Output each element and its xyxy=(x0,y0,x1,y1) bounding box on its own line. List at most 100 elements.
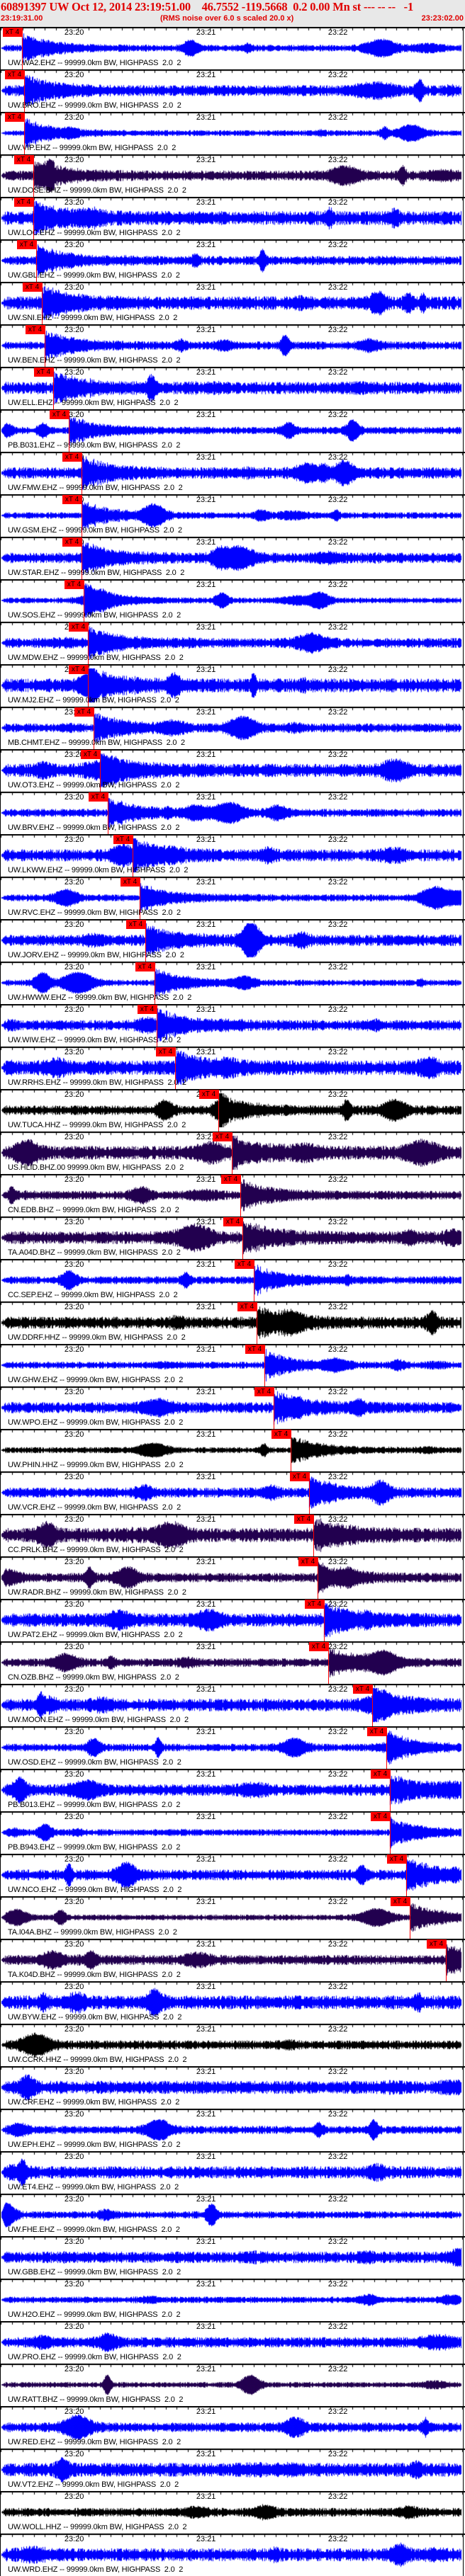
time-tick-label: 23:22 xyxy=(327,1558,348,1566)
pick-marker[interactable]: xT 4 xyxy=(34,367,53,377)
station-label: UW.WRD.EHZ -- 99999.0km BW, HIGHPASS 2.0… xyxy=(8,2565,184,2574)
time-tick-label: 23:21 xyxy=(196,793,216,802)
time-tick-label: 23:22 xyxy=(327,2323,348,2331)
pick-marker[interactable]: xT 4 xyxy=(235,1260,254,1269)
pick-marker[interactable]: xT 4 xyxy=(121,877,140,887)
pick-line xyxy=(386,1727,387,1769)
time-tick-label: 23:22 xyxy=(327,793,348,802)
pick-marker[interactable]: xT 4 xyxy=(69,622,88,632)
pick-marker[interactable]: xT 4 xyxy=(126,920,145,929)
time-tick-label: 23:21 xyxy=(196,453,216,462)
station-label: UW.MDW.EHZ -- 99999.0km BW, HIGHPASS 2.0… xyxy=(8,654,184,662)
pick-marker[interactable]: xT 4 xyxy=(367,1727,386,1736)
time-tick-label: 23:21 xyxy=(196,963,216,971)
time-tick-label: 23:22 xyxy=(327,2238,348,2246)
time-tick-label: 23:20 xyxy=(64,1175,84,1184)
pick-marker[interactable]: xT 4 xyxy=(89,792,108,802)
pick-marker[interactable]: xT 4 xyxy=(65,580,84,589)
time-tick-label: 23:22 xyxy=(327,496,348,504)
pick-line xyxy=(264,1345,265,1387)
pick-marker[interactable]: xT 4 xyxy=(294,1515,313,1524)
pick-marker[interactable]: xT 4 xyxy=(298,1557,318,1566)
time-tick-label: 23:22 xyxy=(327,28,348,37)
time-tick-label: 23:20 xyxy=(64,1388,84,1396)
trace-0: 23:20 23:21 23:22 UW.WA2.EHZ -- 99999.0km B… xyxy=(0,27,465,70)
time-tick-label: 23:20 xyxy=(64,2280,84,2289)
time-tick-label: 23:20 xyxy=(64,793,84,802)
pick-marker[interactable]: xT 4 xyxy=(23,283,42,292)
pick-marker[interactable]: xT 4 xyxy=(221,1175,240,1184)
station-label: UW.PAT2.EHZ -- 99999.0km BW, HIGHPASS 2.… xyxy=(8,1631,183,1639)
station-label: UW.WOLL.HHZ -- 99999.0km BW, HIGHPASS 2.… xyxy=(8,2523,187,2531)
pick-marker[interactable]: xT 4 xyxy=(50,410,69,419)
pick-marker[interactable]: xT 4 xyxy=(74,707,94,717)
pick-marker[interactable]: xT 4 xyxy=(62,537,82,547)
station-label: UW.CRF.EHZ -- 99999.0km BW, HIGHPASS 2.0… xyxy=(8,2098,180,2107)
time-tick-label: 23:20 xyxy=(64,113,84,122)
pick-marker[interactable]: xT 4 xyxy=(391,1897,410,1906)
time-tick-label: 23:20 xyxy=(64,241,84,249)
pick-marker[interactable]: xT 4 xyxy=(81,750,100,759)
pick-marker[interactable]: xT 4 xyxy=(371,1812,390,1821)
pick-line xyxy=(88,665,89,707)
pick-marker[interactable]: xT 4 xyxy=(14,155,33,164)
pick-marker[interactable]: xT 4 xyxy=(290,1472,309,1481)
pick-marker[interactable]: xT 4 xyxy=(213,1132,232,1141)
rms-scaling-note: (RMS noise over 6.0 s scaled 20.0 x) xyxy=(160,14,294,23)
time-tick-label: 23:21 xyxy=(196,411,216,419)
pick-marker[interactable]: xT 4 xyxy=(199,1090,218,1099)
station-label: PB.B031.EHZ -- 99999.0km BW, HIGHPASS 2.… xyxy=(8,441,181,450)
pick-marker[interactable]: xT 4 xyxy=(353,1685,372,1694)
time-tick-label: 23:21 xyxy=(196,1388,216,1396)
station-label: UW.OSD.EHZ -- 99999.0km BW, HIGHPASS 2.0… xyxy=(8,1758,181,1767)
pick-marker[interactable]: xT 4 xyxy=(254,1387,274,1396)
time-tick-label: 23:21 xyxy=(196,2535,216,2543)
pick-marker[interactable]: xT 4 xyxy=(237,1302,257,1311)
station-label: UW.NCO.EHZ -- 99999.0km BW, HIGHPASS 2.0… xyxy=(8,1886,182,1894)
pick-marker[interactable]: xT 4 xyxy=(156,1047,175,1056)
pick-marker[interactable]: xT 4 xyxy=(5,70,24,79)
trace-27: 23:20 23:21 23:22 CN.EDB.BHZ -- 99999.0km B… xyxy=(0,1174,465,1217)
pick-marker[interactable]: xT 4 xyxy=(17,240,36,249)
pick-marker[interactable]: xT 4 xyxy=(223,1217,242,1226)
pick-marker[interactable]: xT 4 xyxy=(305,1600,324,1609)
pick-marker[interactable]: xT 4 xyxy=(69,665,88,674)
time-tick-label: 23:22 xyxy=(327,1600,348,1609)
time-tick-label: 23:22 xyxy=(327,666,348,674)
time-tick-label: 23:21 xyxy=(196,2025,216,2034)
pick-marker[interactable]: xT 4 xyxy=(5,113,24,122)
trace-32: 23:20 23:21 23:22 UW.WPO.EHZ -- 99999.0km B… xyxy=(0,1386,465,1430)
time-tick-label: 23:21 xyxy=(196,1685,216,1694)
pick-marker[interactable]: xT 4 xyxy=(245,1345,264,1354)
station-label: UW.EPH.EHZ -- 99999.0km BW, HIGHPASS 2.0… xyxy=(8,2141,181,2149)
pick-marker[interactable]: xT 4 xyxy=(113,835,133,844)
trace-3: 23:20 23:21 23:22 UW.DOSE.BHZ -- 99999.0km … xyxy=(0,154,465,198)
pick-marker[interactable]: xT 4 xyxy=(62,452,82,462)
station-label: UW.RATT.BHZ -- 99999.0km BW, HIGHPASS 2.… xyxy=(8,2395,184,2404)
time-tick-label: 23:21 xyxy=(196,156,216,164)
time-tick-label: 23:20 xyxy=(64,283,84,292)
pick-marker[interactable]: xT 4 xyxy=(427,1939,446,1949)
station-label: UW.FMW.EHZ -- 99999.0km BW, HIGHPASS 2.0… xyxy=(8,484,183,492)
trace-45: 23:20 23:21 23:22 TA.K04D.BHZ -- 99999.0km … xyxy=(0,1939,465,1982)
time-tick-label: 23:21 xyxy=(196,113,216,122)
pick-marker[interactable]: xT 4 xyxy=(14,198,33,207)
pick-marker[interactable]: xT 4 xyxy=(138,1005,157,1014)
time-tick-label: 23:20 xyxy=(64,326,84,334)
time-tick-label: 23:21 xyxy=(196,2153,216,2161)
time-tick-label: 23:22 xyxy=(327,2535,348,2543)
trace-20: 23:20 23:21 23:22 UW.RVC.EHZ -- 99999.0km B… xyxy=(0,877,465,920)
pick-marker[interactable]: xT 4 xyxy=(3,28,22,37)
pick-marker[interactable]: xT 4 xyxy=(62,495,82,504)
station-label: CN.OZB.BHZ -- 99999.0km BW, HIGHPASS 2.0… xyxy=(8,1673,179,1682)
trace-55: 23:20 23:21 23:22 UW.RATT.BHZ -- 99999.0km … xyxy=(0,2364,465,2406)
pick-marker[interactable]: xT 4 xyxy=(135,962,155,971)
trace-36: 23:20 23:21 23:22 UW.RADR.BHZ -- 99999.0km … xyxy=(0,1556,465,1600)
time-tick-label: 23:22 xyxy=(327,1898,348,1906)
pick-marker[interactable]: xT 4 xyxy=(371,1769,390,1779)
pick-marker[interactable]: xT 4 xyxy=(387,1854,406,1864)
pick-marker[interactable]: xT 4 xyxy=(26,325,45,334)
pick-marker[interactable]: xT 4 xyxy=(271,1430,291,1439)
pick-marker[interactable]: xT 4 xyxy=(309,1642,328,1651)
time-tick-label: 23:22 xyxy=(327,751,348,759)
